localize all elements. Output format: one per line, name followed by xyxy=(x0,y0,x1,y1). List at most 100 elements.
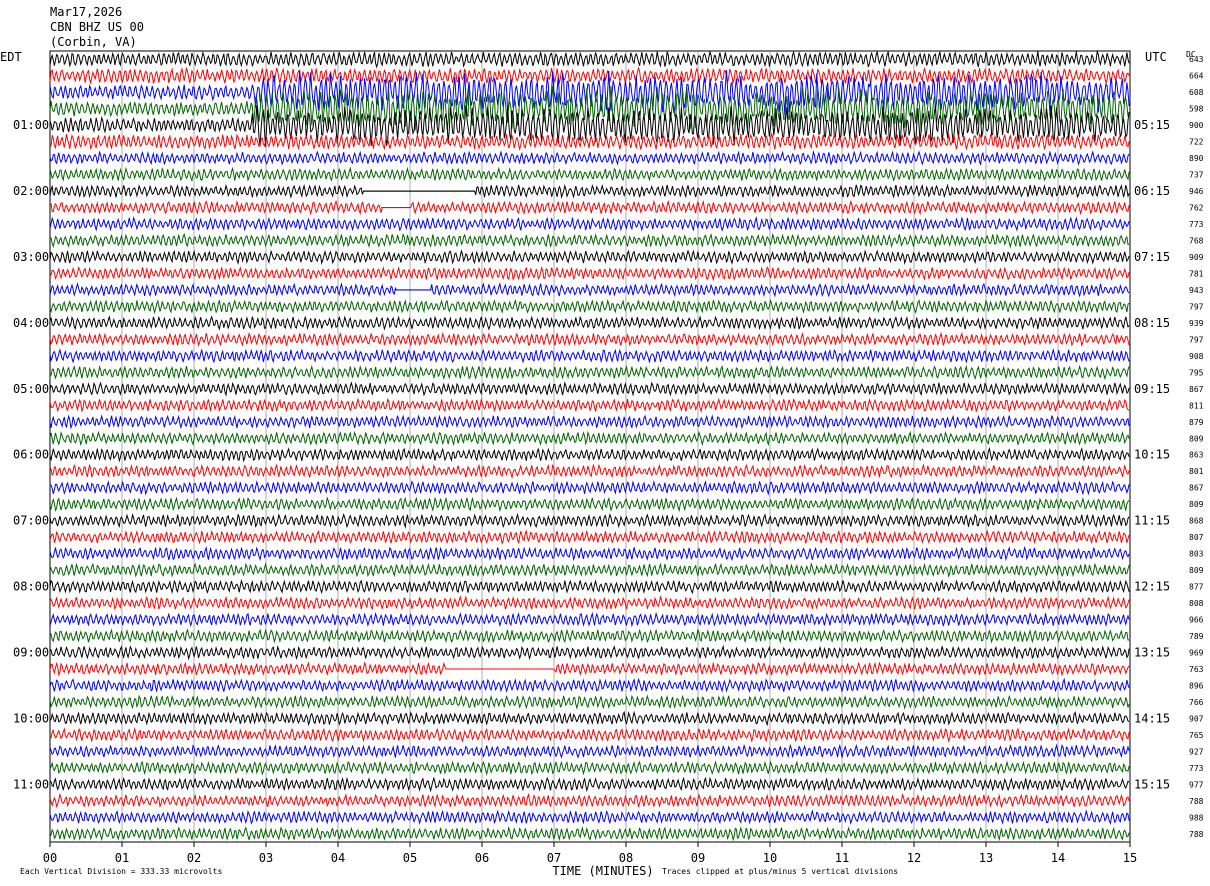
dc-offset-label: 722 xyxy=(1189,138,1204,147)
clipping-note: Traces clipped at plus/minus 5 vertical … xyxy=(662,867,899,876)
seismic-trace xyxy=(50,776,1130,793)
utc-hour-label: 14:15 xyxy=(1134,711,1170,725)
seismic-trace xyxy=(49,809,1130,825)
dc-offset-label: 766 xyxy=(1189,698,1204,707)
seismic-trace xyxy=(49,710,1130,727)
x-tick-label: 02 xyxy=(187,851,201,865)
dc-offset-label: 803 xyxy=(1189,550,1204,559)
x-tick-label: 08 xyxy=(619,851,633,865)
seismic-trace xyxy=(49,727,1130,743)
x-tick-label: 13 xyxy=(979,851,993,865)
dc-offset-label: 773 xyxy=(1189,220,1204,229)
seismic-trace xyxy=(49,628,1130,644)
dc-offset-label: 737 xyxy=(1189,171,1204,180)
edt-hour-label: 03:00 xyxy=(13,250,49,264)
dc-offset-label: 988 xyxy=(1189,813,1204,822)
seismic-trace xyxy=(49,183,1130,199)
dc-offset-label: 868 xyxy=(1189,517,1204,526)
dc-offset-label: 608 xyxy=(1189,88,1204,97)
edt-hour-label: 02:00 xyxy=(13,184,49,198)
dc-offset-label: 966 xyxy=(1189,616,1204,625)
seismic-trace xyxy=(49,578,1130,595)
x-tick-label: 07 xyxy=(547,851,561,865)
seismic-trace xyxy=(49,215,1130,232)
utc-hour-label: 12:15 xyxy=(1134,580,1170,594)
dc-offset-label: 863 xyxy=(1189,451,1204,460)
dc-offset-label: 763 xyxy=(1189,665,1204,674)
dc-offset-label: 809 xyxy=(1189,500,1204,509)
seismic-trace xyxy=(49,463,1130,480)
x-tick-label: 06 xyxy=(475,851,489,865)
dc-offset-label: 811 xyxy=(1189,401,1204,410)
seismic-trace xyxy=(49,199,1130,216)
seismic-trace xyxy=(50,132,1130,151)
seismic-trace xyxy=(49,265,1130,282)
dc-offset-label: 977 xyxy=(1189,780,1204,789)
dc-offset-label: 807 xyxy=(1189,533,1204,542)
x-tick-label: 15 xyxy=(1123,851,1137,865)
dc-offset-label: 664 xyxy=(1189,72,1204,81)
dc-offset-label: 801 xyxy=(1189,467,1204,476)
vertical-division-note: Each Vertical Division = 333.33 microvol… xyxy=(20,867,223,876)
edt-hour-label: 01:00 xyxy=(13,118,49,132)
x-tick-label: 03 xyxy=(259,851,273,865)
seismic-trace xyxy=(49,397,1130,414)
utc-axis-label: UTC xyxy=(1145,50,1167,64)
seismic-trace xyxy=(49,331,1130,348)
utc-hour-label: 05:15 xyxy=(1134,118,1170,132)
dc-offset-label: 946 xyxy=(1189,187,1204,196)
x-tick-label: 12 xyxy=(907,851,921,865)
seismic-trace xyxy=(49,298,1130,315)
edt-hour-label: 07:00 xyxy=(13,514,49,528)
seismic-trace xyxy=(49,529,1130,545)
x-tick-label: 11 xyxy=(835,851,849,865)
seismic-trace xyxy=(49,150,1130,166)
dc-offset-label: 908 xyxy=(1189,352,1204,361)
dc-offset-label: 900 xyxy=(1189,121,1204,130)
seismic-trace xyxy=(49,694,1130,710)
edt-hour-label: 10:00 xyxy=(13,711,49,725)
edt-hour-label: 08:00 xyxy=(13,580,49,594)
dc-offset-label: 795 xyxy=(1189,368,1204,377)
seismic-trace xyxy=(49,545,1130,562)
dc-offset-label: 765 xyxy=(1189,731,1204,740)
dc-offset-label: 890 xyxy=(1189,154,1204,163)
seismic-trace xyxy=(49,249,1130,266)
utc-hour-label: 06:15 xyxy=(1134,184,1170,198)
edt-hour-label: 09:00 xyxy=(13,645,49,659)
seismic-trace xyxy=(49,430,1130,447)
utc-hour-label: 08:15 xyxy=(1134,316,1170,330)
utc-hour-label: 07:15 xyxy=(1134,250,1170,264)
seismic-trace xyxy=(49,348,1130,364)
dc-offset-label: 909 xyxy=(1189,253,1204,262)
seismic-trace xyxy=(49,792,1130,809)
dc-offset-label: 768 xyxy=(1189,237,1204,246)
utc-hour-label: 13:15 xyxy=(1134,645,1170,659)
seismic-trace xyxy=(49,381,1130,397)
seismic-trace xyxy=(50,232,1130,249)
x-tick-label: 01 xyxy=(115,851,129,865)
edt-hour-label: 06:00 xyxy=(13,448,49,462)
seismic-trace xyxy=(49,446,1130,463)
trace-group xyxy=(49,49,1130,842)
helicorder-plot: 6436646085989007228907379467627737689097… xyxy=(0,49,1204,878)
dc-offset-label: 896 xyxy=(1189,681,1204,690)
seismic-trace xyxy=(49,644,1130,661)
x-tick-label: 10 xyxy=(763,851,777,865)
dc-offset-label: 788 xyxy=(1189,797,1204,806)
edt-hour-label: 11:00 xyxy=(13,777,49,791)
seismic-trace xyxy=(49,595,1130,611)
x-tick-label: 04 xyxy=(331,851,345,865)
x-axis-label: TIME (MINUTES) xyxy=(552,864,653,878)
x-tick-label: 09 xyxy=(691,851,705,865)
dc-offset-label: 762 xyxy=(1189,204,1204,213)
dc-offset-label: 809 xyxy=(1189,566,1204,575)
seismic-trace xyxy=(49,49,1130,69)
seismic-trace xyxy=(49,611,1130,628)
dc-offset-label: 877 xyxy=(1189,583,1204,592)
dc-offset-label: 598 xyxy=(1189,105,1204,114)
dc-offset-label: 781 xyxy=(1189,269,1204,278)
dc-offset-label: 907 xyxy=(1189,714,1204,723)
dc-offset-label: 797 xyxy=(1189,335,1204,344)
x-tick-label: 05 xyxy=(403,851,417,865)
